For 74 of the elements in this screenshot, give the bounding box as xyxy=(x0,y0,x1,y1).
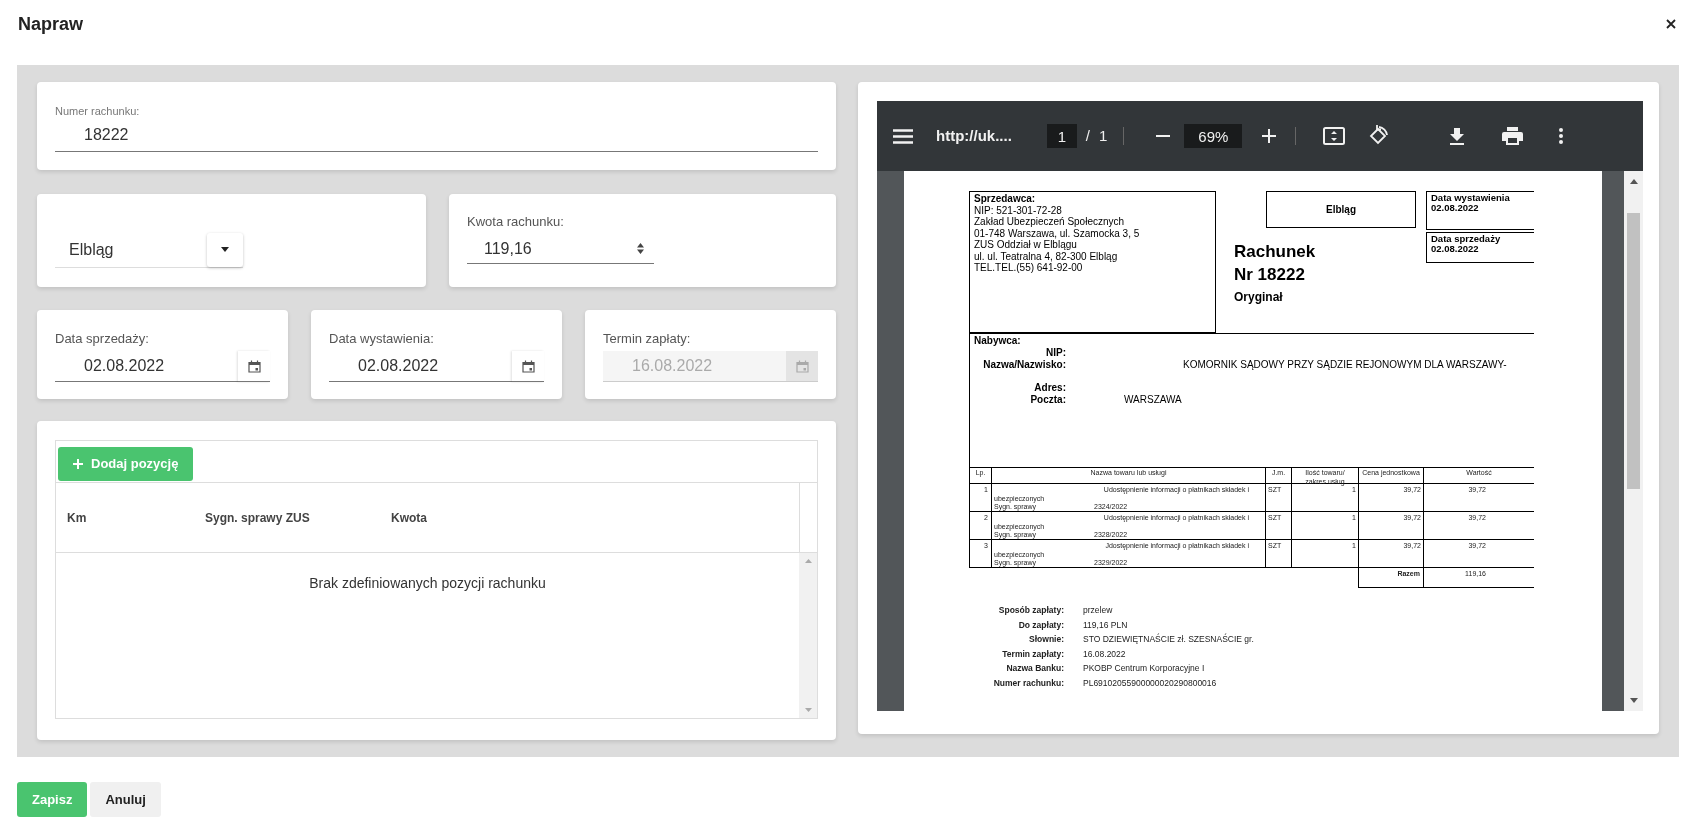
calendar-icon xyxy=(521,359,535,373)
spinner-icon[interactable] xyxy=(637,243,644,254)
seller-line: NIP: 521-301-72-28 xyxy=(974,204,1063,216)
zoom-input[interactable]: 69% xyxy=(1184,124,1243,148)
buyer-field-label: Nazwa/Nazwisko: xyxy=(983,359,1066,371)
payment-label: Słownie: xyxy=(1029,633,1064,646)
buyer-field-value: KOMORNIK SĄDOWY PRZY SĄDZIE REJONOWYM DLA WARSZAWY- xyxy=(1183,359,1507,371)
payment-value: STO DZIEWIĘTNAŚCIE zł. SZESNAŚCIE gr. xyxy=(1083,632,1254,646)
column-header: Sygn. sprawy ZUS xyxy=(205,509,310,527)
field-card[interactable]: Numer rachunku: 18222 xyxy=(37,82,836,170)
document-title: Rachunek xyxy=(1234,241,1316,263)
cancel-button[interactable]: Anuluj xyxy=(90,782,161,817)
calendar-icon xyxy=(795,359,809,373)
date-value: 02.08.2022 xyxy=(1431,203,1479,213)
buyer-heading: Nabywca: xyxy=(974,335,1021,347)
date-label: Data wystawienia xyxy=(1431,193,1510,203)
buyer-field-label: NIP: xyxy=(1046,347,1066,359)
column-header: Kwota xyxy=(391,509,427,527)
payment-value: PKOBP Centrum Korporacyjne I xyxy=(1083,662,1205,675)
page-separator: / xyxy=(1085,125,1090,146)
seller-line: Zakład Ubezpieczeń Społecznych xyxy=(974,216,1126,228)
payment-label: Sposób zapłaty: xyxy=(998,604,1064,617)
payment-value: PL69102055900000020290800016 xyxy=(1083,676,1217,690)
payment-label: Termin zapłaty: xyxy=(1002,647,1064,661)
scrollbar[interactable] xyxy=(1624,171,1643,711)
seller-line: 01-748 Warszawa, ul. Szamocka 3, 5 xyxy=(974,227,1141,239)
payment-label: Nazwa Banku: xyxy=(1006,662,1064,675)
empty-message: Brak zdefiniowanych pozycji rachunku xyxy=(309,574,546,591)
caret-icon xyxy=(221,247,229,252)
fit-page-icon[interactable] xyxy=(1323,127,1346,145)
buyer-field-value: WARSZAWA xyxy=(1124,394,1182,406)
date-value: 02.08.2022 xyxy=(1431,244,1479,254)
dialog-title: Napraw xyxy=(18,12,84,36)
buyer-field-label: Poczta: xyxy=(1030,394,1066,406)
seller-line: ul. ul. Teatralna 4, 82-300 Elbląg xyxy=(974,250,1119,262)
field-label: Data wystawienia: xyxy=(329,331,435,347)
print-icon[interactable] xyxy=(1502,127,1524,145)
zoom-in-icon[interactable] xyxy=(1262,129,1277,143)
menu-icon[interactable] xyxy=(893,128,913,144)
scroll-up-icon[interactable] xyxy=(1629,179,1638,184)
field-label: Termin zapłaty: xyxy=(603,331,692,347)
seller-line: TEL.TEL.(55) 641-92-00 xyxy=(974,262,1084,274)
column-header: Km xyxy=(67,509,87,527)
calendar-button[interactable] xyxy=(512,351,544,382)
field-label: Numer rachunku: xyxy=(55,104,141,118)
download-icon[interactable] xyxy=(1450,127,1465,145)
page-input[interactable]: 1 xyxy=(1046,124,1077,148)
calendar-icon xyxy=(247,359,261,373)
field-card[interactable]: Data sprzedaży: 02.08.2022 xyxy=(37,310,288,399)
scroll-down-icon[interactable] xyxy=(1629,698,1638,703)
more-icon[interactable] xyxy=(1559,128,1564,144)
payment-label: Do zapłaty: xyxy=(1018,618,1064,632)
field-card[interactable]: Data wystawienia: 02.08.2022 xyxy=(311,310,562,399)
payment-value: 119,16 PLN xyxy=(1083,618,1128,632)
page-count: 1 xyxy=(1099,125,1108,146)
date-label: Data sprzedaży xyxy=(1431,234,1501,244)
calendar-button[interactable] xyxy=(238,351,270,382)
city-name: Elbląg xyxy=(1326,203,1356,217)
buyer-field-label: Adres: xyxy=(1034,382,1066,394)
payment-value: przelew xyxy=(1083,604,1113,617)
plus-icon xyxy=(73,459,83,469)
seller-heading: Sprzedawca: xyxy=(974,193,1037,205)
document-number: Nr 18222 xyxy=(1234,264,1305,286)
rotate-icon[interactable] xyxy=(1367,125,1390,147)
payment-label: Numer rachunku: xyxy=(993,676,1064,690)
document-url: http://uk.... xyxy=(936,125,1012,146)
scrollbar-thumb[interactable] xyxy=(1627,213,1640,489)
field-label: Kwota rachunku: xyxy=(467,214,565,230)
close-icon[interactable] xyxy=(1666,19,1676,29)
document-copy-label: Oryginał xyxy=(1234,289,1283,306)
payment-value: 16.08.2022 xyxy=(1083,647,1126,661)
select-field[interactable]: Elbląg xyxy=(55,232,243,268)
seller-line: ZUS Oddział w Elblągu xyxy=(974,239,1078,251)
field-label: Data sprzedaży: xyxy=(55,331,150,347)
